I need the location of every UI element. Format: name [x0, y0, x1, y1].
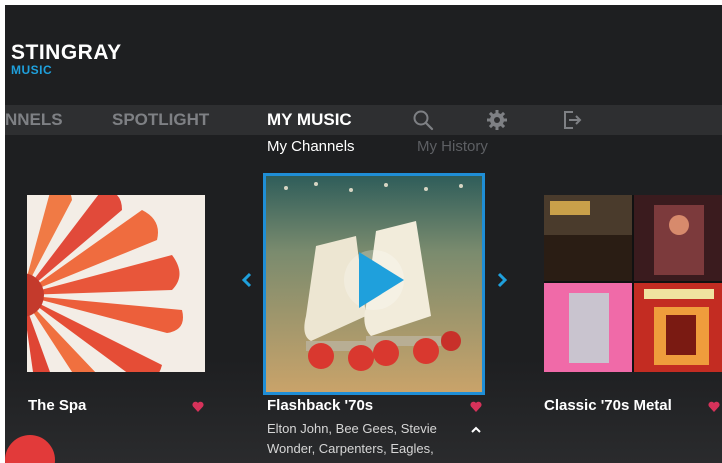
- logout-icon[interactable]: [561, 109, 583, 131]
- chevron-left-icon[interactable]: [240, 271, 254, 289]
- nav-tab-spotlight[interactable]: SPOTLIGHT: [112, 110, 209, 130]
- album-collage-artwork: [544, 195, 722, 372]
- channel-tile-the-spa[interactable]: [27, 195, 205, 372]
- chevron-right-icon[interactable]: [495, 271, 509, 289]
- channel-title-the-spa: The Spa: [28, 397, 87, 414]
- brand-name: STINGRAY: [11, 41, 122, 64]
- search-icon[interactable]: [412, 109, 434, 131]
- favorite-heart-icon[interactable]: [192, 401, 204, 412]
- nav-tab-channels[interactable]: NNELS: [5, 110, 63, 130]
- gear-icon[interactable]: [486, 109, 508, 131]
- channel-title-classic-70s-metal: Classic '70s Metal: [544, 397, 672, 414]
- flower-artwork: [27, 195, 205, 372]
- favorite-heart-icon[interactable]: [708, 401, 720, 412]
- channel-artists: Elton John, Bee Gees, Stevie Wonder, Car…: [267, 421, 437, 456]
- favorite-heart-icon[interactable]: [470, 401, 482, 412]
- channel-title-flashback-70s: Flashback '70s: [267, 397, 374, 414]
- roller-skates-artwork: [266, 176, 482, 392]
- stingray-logo: STINGRAY MUSIC: [11, 42, 122, 77]
- channel-tile-classic-70s-metal[interactable]: [544, 195, 722, 372]
- subtab-my-history[interactable]: My History: [417, 138, 488, 155]
- subtab-my-channels[interactable]: My Channels: [267, 138, 355, 155]
- app-screen: STINGRAY MUSIC NNELS SPOTLIGHT MY MUSIC: [5, 5, 722, 463]
- channel-tile-flashback-70s[interactable]: [263, 173, 485, 395]
- brand-subtitle: MUSIC: [11, 63, 53, 77]
- chevron-up-icon[interactable]: [470, 425, 482, 433]
- main-nav: NNELS SPOTLIGHT MY MUSIC: [5, 105, 722, 135]
- nav-tab-my-music[interactable]: MY MUSIC: [267, 110, 352, 130]
